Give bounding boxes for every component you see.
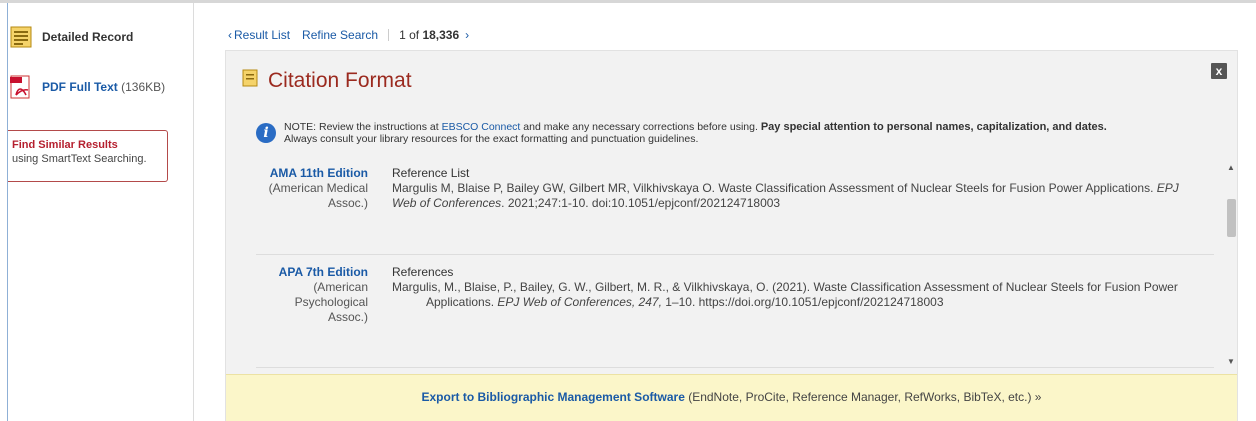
- find-similar-subtitle: using SmartText Searching.: [12, 153, 147, 165]
- edition-publisher: (American Medical Assoc.): [268, 181, 368, 210]
- pdf-size-label: (136KB): [121, 80, 166, 94]
- sidebar: Detailed Record PDF Full Text (136KB) Fi…: [8, 3, 194, 421]
- citation-style-label: APA 7th Edition (American Psychological …: [256, 265, 368, 325]
- citation-style-label: AMA 11th Edition (American Medical Assoc…: [256, 166, 368, 211]
- citation-icon: [242, 69, 258, 93]
- edition-name: AMA 11th Edition: [269, 166, 368, 180]
- panel-title: Citation Format: [242, 69, 412, 93]
- detailed-record-label: Detailed Record: [42, 30, 134, 44]
- export-bar: Export to Bibliographic Management Softw…: [226, 374, 1237, 421]
- nav-separator: [388, 29, 390, 41]
- citation-divider: [256, 367, 1214, 368]
- result-navigation: ‹ Result List Refine Search 1 of 18,336 …: [228, 28, 469, 42]
- citation-apa: APA 7th Edition (American Psychological …: [256, 265, 1216, 360]
- citation-note: i NOTE: Review the instructions at EBSCO…: [256, 121, 1216, 145]
- note-text: NOTE: Review the instructions at EBSCO C…: [284, 121, 1107, 145]
- close-button[interactable]: x: [1211, 63, 1227, 79]
- citation-ama: AMA 11th Edition (American Medical Assoc…: [256, 166, 1216, 256]
- pdf-full-text-label: PDF Full Text: [42, 80, 118, 94]
- next-arrow-icon[interactable]: ›: [465, 28, 469, 42]
- export-formats-text: (EndNote, ProCite, Reference Manager, Re…: [684, 390, 1042, 404]
- citation-divider: [256, 254, 1214, 255]
- detailed-record-link[interactable]: Detailed Record: [10, 25, 133, 49]
- ebsco-connect-link[interactable]: EBSCO Connect: [442, 121, 521, 133]
- result-counter: 1 of 18,336: [399, 28, 460, 42]
- prev-arrow-icon[interactable]: ‹: [228, 28, 232, 42]
- export-bibliographic-link[interactable]: Export to Bibliographic Management Softw…: [422, 390, 685, 404]
- find-similar-title: Find Similar Results: [12, 139, 118, 151]
- citation-text: Reference List Margulis M, Blaise P, Bai…: [392, 166, 1179, 210]
- edition-publisher: (American Psychological Assoc.): [294, 280, 368, 324]
- citation-format-panel: Citation Format x i NOTE: Review the ins…: [225, 50, 1238, 421]
- detailed-record-icon: [10, 25, 32, 49]
- citation-text: References Margulis, M., Blaise, P., Bai…: [392, 265, 1178, 309]
- info-icon: i: [256, 123, 276, 143]
- result-total: 18,336: [422, 28, 460, 42]
- panel-title-text: Citation Format: [268, 69, 412, 92]
- scroll-thumb[interactable]: [1227, 199, 1236, 237]
- pdf-icon: [10, 75, 32, 99]
- citations-scrollbar[interactable]: ▲ ▼: [1224, 161, 1238, 371]
- citations-scroll-area[interactable]: AMA 11th Edition (American Medical Assoc…: [256, 161, 1220, 371]
- result-list-link[interactable]: Result List: [234, 28, 290, 42]
- scroll-down-icon[interactable]: ▼: [1227, 357, 1235, 366]
- refine-search-link[interactable]: Refine Search: [302, 28, 378, 42]
- edition-name: APA 7th Edition: [278, 265, 368, 279]
- pdf-full-text-link[interactable]: PDF Full Text (136KB): [10, 75, 165, 99]
- find-similar-box[interactable]: Find Similar Results using SmartText Sea…: [8, 130, 168, 182]
- scroll-up-icon[interactable]: ▲: [1227, 163, 1235, 172]
